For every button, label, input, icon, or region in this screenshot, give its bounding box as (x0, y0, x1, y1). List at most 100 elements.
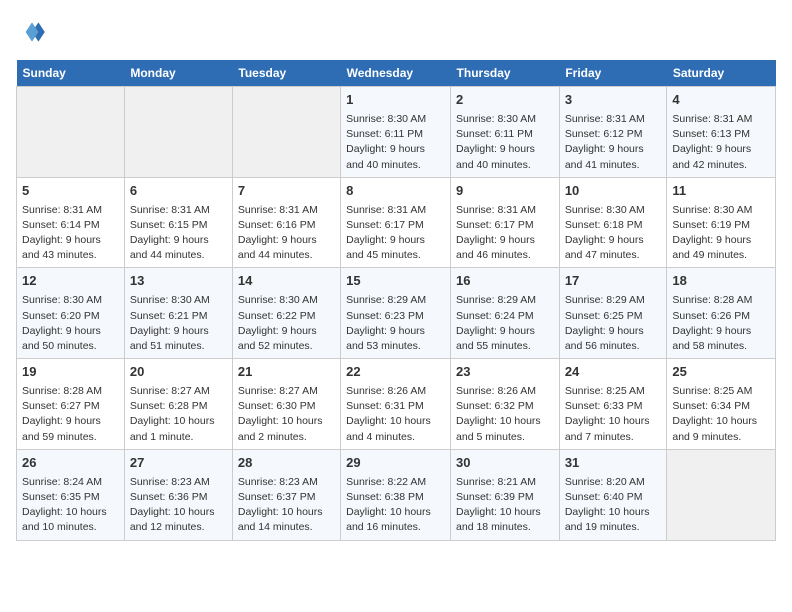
day-cell-17: 17 Sunrise: 8:29 AM Sunset: 6:25 PM Dayli… (559, 268, 667, 359)
day-content: Sunrise: 8:29 AM Sunset: 6:24 PM Dayligh… (456, 293, 554, 354)
day-cell-26: 26 Sunrise: 8:24 AM Sunset: 6:35 PM Dayli… (17, 449, 125, 540)
day-content: Sunrise: 8:31 AM Sunset: 6:13 PM Dayligh… (672, 112, 770, 173)
calendar-table: SundayMondayTuesdayWednesdayThursdayFrid… (16, 60, 776, 541)
day-cell-6: 6 Sunrise: 8:31 AM Sunset: 6:15 PM Daylig… (124, 177, 232, 268)
day-content: Sunrise: 8:25 AM Sunset: 6:34 PM Dayligh… (672, 384, 770, 445)
day-cell-5: 5Sunrise: 8:31 AM Sunset: 6:14 PM Daylig… (17, 177, 125, 268)
day-number: 2 (456, 91, 554, 110)
day-number: 16 (456, 272, 554, 291)
week-row-2: 5Sunrise: 8:31 AM Sunset: 6:14 PM Daylig… (17, 177, 776, 268)
day-cell-18: 18Sunrise: 8:28 AM Sunset: 6:26 PM Dayli… (667, 268, 776, 359)
logo (16, 16, 52, 48)
day-number: 11 (672, 182, 770, 201)
day-content: Sunrise: 8:31 AM Sunset: 6:12 PM Dayligh… (565, 112, 662, 173)
day-cell-8: 8Sunrise: 8:31 AM Sunset: 6:17 PM Daylig… (341, 177, 451, 268)
day-cell-9: 9 Sunrise: 8:31 AM Sunset: 6:17 PM Daylig… (451, 177, 560, 268)
day-number: 12 (22, 272, 119, 291)
day-cell-1: 1 Sunrise: 8:30 AM Sunset: 6:11 PM Daylig… (341, 87, 451, 178)
day-cell-31: 31Sunrise: 8:20 AM Sunset: 6:40 PM Dayli… (559, 449, 667, 540)
day-number: 25 (672, 363, 770, 382)
day-number: 29 (346, 454, 445, 473)
day-number: 30 (456, 454, 554, 473)
day-cell-24: 24 Sunrise: 8:25 AM Sunset: 6:33 PM Dayli… (559, 359, 667, 450)
col-header-monday: Monday (124, 60, 232, 87)
day-number: 19 (22, 363, 119, 382)
week-row-3: 12 Sunrise: 8:30 AM Sunset: 6:20 PM Dayli… (17, 268, 776, 359)
day-number: 10 (565, 182, 662, 201)
day-content: Sunrise: 8:31 AM Sunset: 6:16 PM Dayligh… (238, 203, 335, 264)
day-cell-7: 7 Sunrise: 8:31 AM Sunset: 6:16 PM Daylig… (232, 177, 340, 268)
day-number: 4 (672, 91, 770, 110)
day-cell-4: 4 Sunrise: 8:31 AM Sunset: 6:13 PM Daylig… (667, 87, 776, 178)
day-number: 17 (565, 272, 662, 291)
empty-cell (124, 87, 232, 178)
day-content: Sunrise: 8:24 AM Sunset: 6:35 PM Dayligh… (22, 475, 119, 536)
day-content: Sunrise: 8:30 AM Sunset: 6:21 PM Dayligh… (130, 293, 227, 354)
col-header-tuesday: Tuesday (232, 60, 340, 87)
day-content: Sunrise: 8:30 AM Sunset: 6:20 PM Dayligh… (22, 293, 119, 354)
day-cell-3: 3 Sunrise: 8:31 AM Sunset: 6:12 PM Daylig… (559, 87, 667, 178)
day-content: Sunrise: 8:28 AM Sunset: 6:26 PM Dayligh… (672, 293, 770, 354)
day-content: Sunrise: 8:23 AM Sunset: 6:37 PM Dayligh… (238, 475, 335, 536)
day-content: Sunrise: 8:25 AM Sunset: 6:33 PM Dayligh… (565, 384, 662, 445)
day-number: 14 (238, 272, 335, 291)
day-number: 15 (346, 272, 445, 291)
day-cell-10: 10 Sunrise: 8:30 AM Sunset: 6:18 PM Dayli… (559, 177, 667, 268)
day-number: 5 (22, 182, 119, 201)
logo-icon (16, 16, 48, 48)
day-cell-11: 11 Sunrise: 8:30 AM Sunset: 6:19 PM Dayli… (667, 177, 776, 268)
day-content: Sunrise: 8:20 AM Sunset: 6:40 PM Dayligh… (565, 475, 662, 536)
day-content: Sunrise: 8:29 AM Sunset: 6:23 PM Dayligh… (346, 293, 445, 354)
day-cell-25: 25 Sunrise: 8:25 AM Sunset: 6:34 PM Dayli… (667, 359, 776, 450)
day-number: 23 (456, 363, 554, 382)
day-cell-21: 21Sunrise: 8:27 AM Sunset: 6:30 PM Dayli… (232, 359, 340, 450)
day-content: Sunrise: 8:30 AM Sunset: 6:22 PM Dayligh… (238, 293, 335, 354)
day-content: Sunrise: 8:26 AM Sunset: 6:31 PM Dayligh… (346, 384, 445, 445)
day-number: 21 (238, 363, 335, 382)
week-row-5: 26 Sunrise: 8:24 AM Sunset: 6:35 PM Dayli… (17, 449, 776, 540)
day-cell-23: 23 Sunrise: 8:26 AM Sunset: 6:32 PM Dayli… (451, 359, 560, 450)
day-number: 6 (130, 182, 227, 201)
day-cell-12: 12 Sunrise: 8:30 AM Sunset: 6:20 PM Dayli… (17, 268, 125, 359)
day-content: Sunrise: 8:30 AM Sunset: 6:19 PM Dayligh… (672, 203, 770, 264)
day-cell-28: 28 Sunrise: 8:23 AM Sunset: 6:37 PM Dayli… (232, 449, 340, 540)
day-number: 24 (565, 363, 662, 382)
day-content: Sunrise: 8:30 AM Sunset: 6:18 PM Dayligh… (565, 203, 662, 264)
day-cell-30: 30 Sunrise: 8:21 AM Sunset: 6:39 PM Dayli… (451, 449, 560, 540)
day-cell-16: 16 Sunrise: 8:29 AM Sunset: 6:24 PM Dayli… (451, 268, 560, 359)
day-number: 7 (238, 182, 335, 201)
day-cell-20: 20 Sunrise: 8:27 AM Sunset: 6:28 PM Dayli… (124, 359, 232, 450)
day-content: Sunrise: 8:31 AM Sunset: 6:17 PM Dayligh… (346, 203, 445, 264)
day-number: 20 (130, 363, 227, 382)
day-cell-27: 27Sunrise: 8:23 AM Sunset: 6:36 PM Dayli… (124, 449, 232, 540)
day-cell-15: 15 Sunrise: 8:29 AM Sunset: 6:23 PM Dayli… (341, 268, 451, 359)
day-number: 1 (346, 91, 445, 110)
day-content: Sunrise: 8:31 AM Sunset: 6:15 PM Dayligh… (130, 203, 227, 264)
col-header-friday: Friday (559, 60, 667, 87)
day-content: Sunrise: 8:30 AM Sunset: 6:11 PM Dayligh… (346, 112, 445, 173)
day-content: Sunrise: 8:31 AM Sunset: 6:17 PM Dayligh… (456, 203, 554, 264)
day-cell-19: 19 Sunrise: 8:28 AM Sunset: 6:27 PM Dayli… (17, 359, 125, 450)
day-content: Sunrise: 8:28 AM Sunset: 6:27 PM Dayligh… (22, 384, 119, 445)
day-content: Sunrise: 8:21 AM Sunset: 6:39 PM Dayligh… (456, 475, 554, 536)
day-number: 22 (346, 363, 445, 382)
day-number: 28 (238, 454, 335, 473)
week-row-1: 1 Sunrise: 8:30 AM Sunset: 6:11 PM Daylig… (17, 87, 776, 178)
col-header-saturday: Saturday (667, 60, 776, 87)
empty-cell (667, 449, 776, 540)
day-number: 9 (456, 182, 554, 201)
day-number: 3 (565, 91, 662, 110)
day-cell-2: 2Sunrise: 8:30 AM Sunset: 6:11 PM Daylig… (451, 87, 560, 178)
day-content: Sunrise: 8:27 AM Sunset: 6:28 PM Dayligh… (130, 384, 227, 445)
day-cell-29: 29 Sunrise: 8:22 AM Sunset: 6:38 PM Dayli… (341, 449, 451, 540)
day-cell-14: 14 Sunrise: 8:30 AM Sunset: 6:22 PM Dayli… (232, 268, 340, 359)
header-row: SundayMondayTuesdayWednesdayThursdayFrid… (17, 60, 776, 87)
day-content: Sunrise: 8:22 AM Sunset: 6:38 PM Dayligh… (346, 475, 445, 536)
page-header (16, 16, 776, 48)
day-content: Sunrise: 8:29 AM Sunset: 6:25 PM Dayligh… (565, 293, 662, 354)
day-content: Sunrise: 8:26 AM Sunset: 6:32 PM Dayligh… (456, 384, 554, 445)
day-cell-13: 13 Sunrise: 8:30 AM Sunset: 6:21 PM Dayli… (124, 268, 232, 359)
day-number: 26 (22, 454, 119, 473)
day-number: 27 (130, 454, 227, 473)
day-number: 13 (130, 272, 227, 291)
